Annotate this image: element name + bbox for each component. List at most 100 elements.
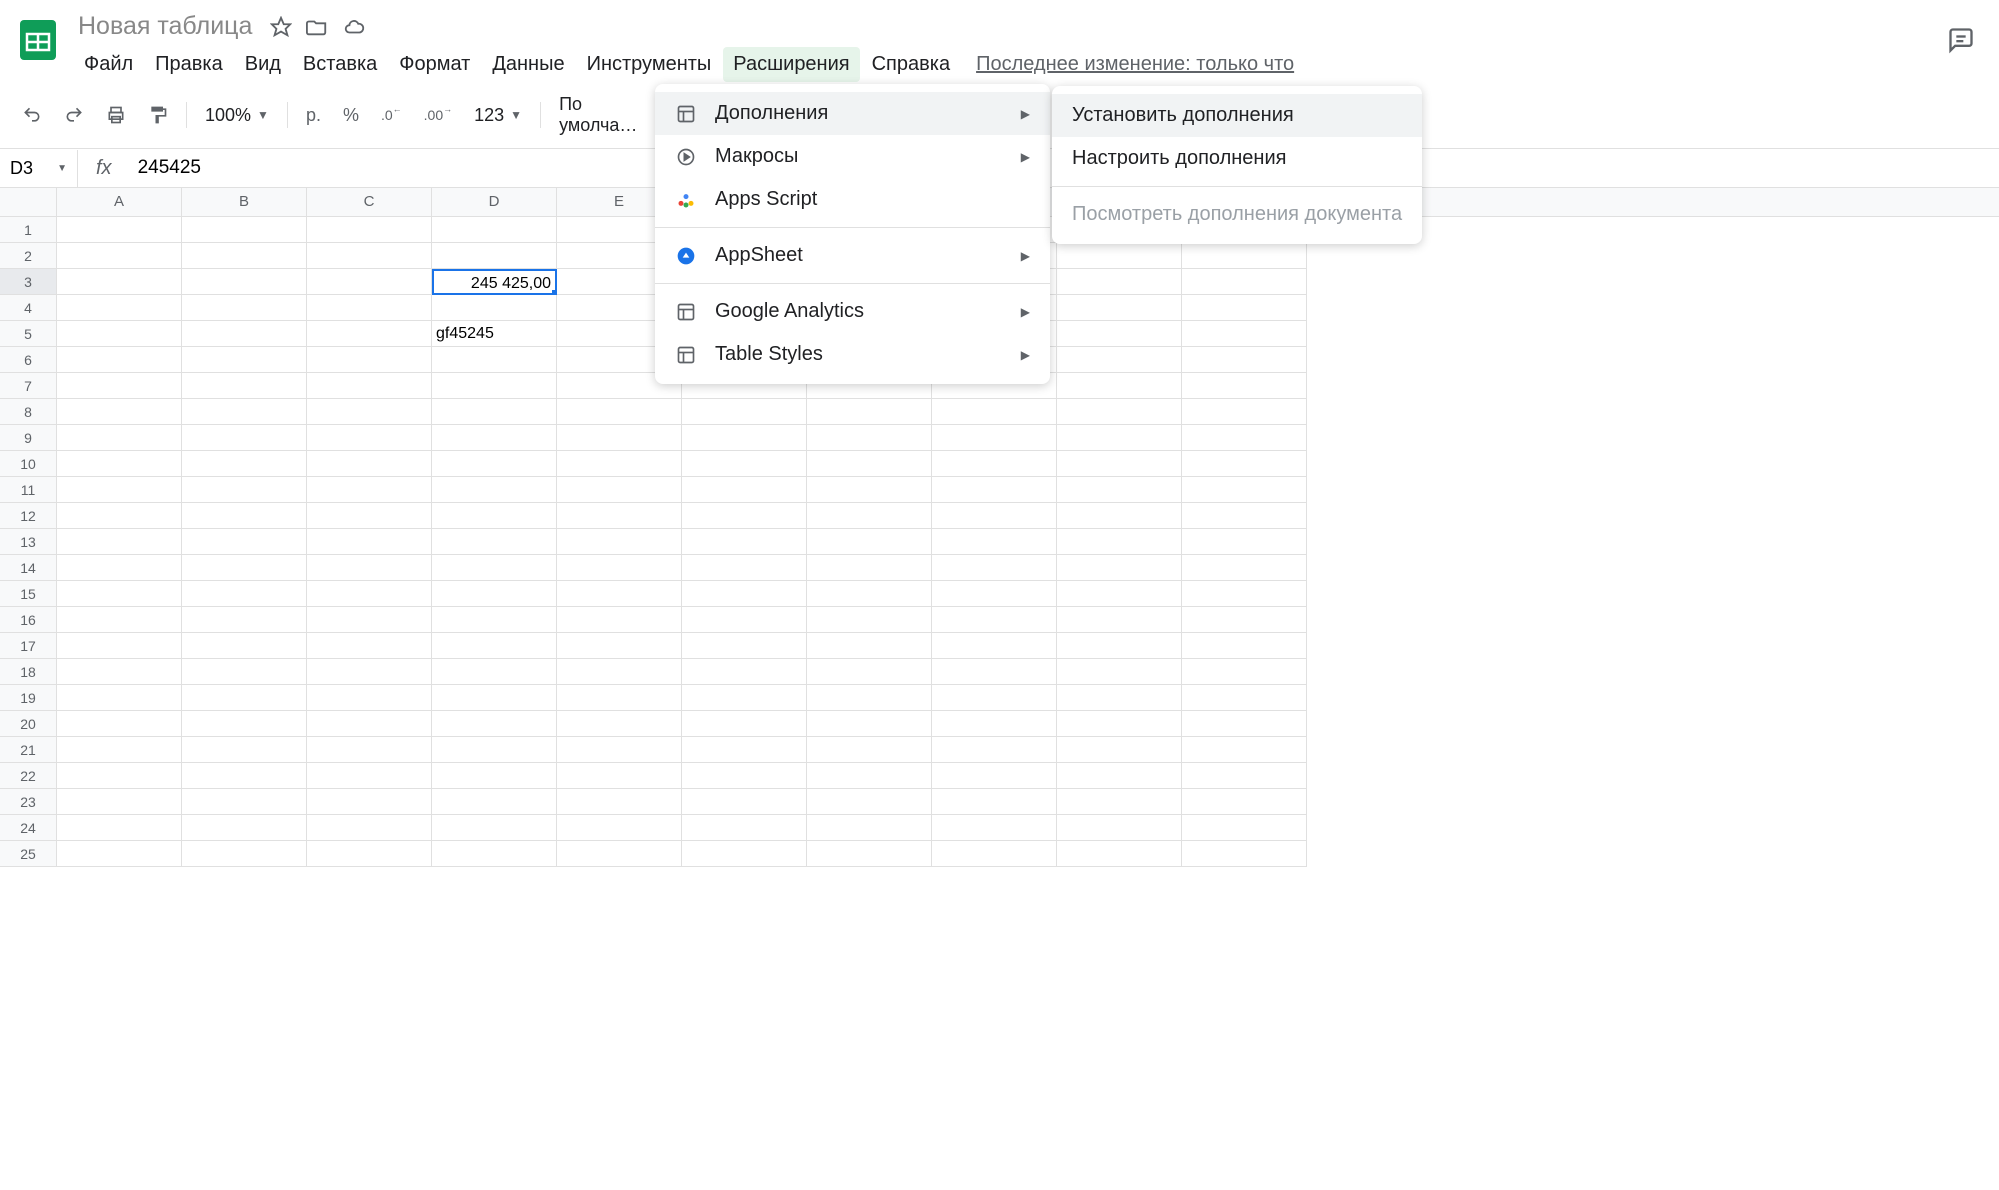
cell[interactable] — [182, 503, 307, 529]
cell[interactable] — [1057, 295, 1182, 321]
cell[interactable] — [682, 789, 807, 815]
cell[interactable] — [682, 529, 807, 555]
cell[interactable] — [182, 295, 307, 321]
cell[interactable] — [807, 763, 932, 789]
cell[interactable] — [1182, 529, 1307, 555]
cell[interactable] — [57, 425, 182, 451]
menu-appsheet[interactable]: AppSheet▶ — [655, 234, 1050, 277]
cell[interactable] — [182, 841, 307, 867]
cell[interactable] — [682, 399, 807, 425]
cell[interactable] — [1057, 737, 1182, 763]
cell[interactable] — [432, 555, 557, 581]
cell[interactable] — [1057, 451, 1182, 477]
cell[interactable] — [1182, 737, 1307, 763]
cell[interactable] — [1057, 347, 1182, 373]
cell[interactable] — [932, 399, 1057, 425]
zoom-select[interactable]: 100%▼ — [197, 101, 277, 130]
cell[interactable] — [307, 217, 432, 243]
cell[interactable] — [57, 633, 182, 659]
cell[interactable] — [557, 555, 682, 581]
cell[interactable] — [807, 607, 932, 633]
redo-icon[interactable] — [56, 99, 92, 131]
cell[interactable] — [1182, 659, 1307, 685]
cell[interactable] — [932, 451, 1057, 477]
row-header[interactable]: 15 — [0, 581, 57, 607]
cell[interactable] — [307, 789, 432, 815]
cell[interactable] — [307, 451, 432, 477]
cell[interactable] — [307, 607, 432, 633]
row-header[interactable]: 18 — [0, 659, 57, 685]
percent-button[interactable]: % — [335, 99, 367, 132]
cell[interactable] — [682, 763, 807, 789]
cell[interactable] — [557, 529, 682, 555]
row-header[interactable]: 10 — [0, 451, 57, 477]
cell[interactable] — [557, 425, 682, 451]
cell[interactable] — [182, 269, 307, 295]
row-header[interactable]: 16 — [0, 607, 57, 633]
cell[interactable] — [432, 685, 557, 711]
cell[interactable] — [57, 243, 182, 269]
cell[interactable] — [1057, 503, 1182, 529]
cell[interactable] — [932, 581, 1057, 607]
cell[interactable] — [57, 347, 182, 373]
cell[interactable] — [1057, 659, 1182, 685]
cell[interactable] — [182, 763, 307, 789]
cell[interactable] — [932, 737, 1057, 763]
cell[interactable] — [57, 841, 182, 867]
cell[interactable] — [807, 815, 932, 841]
cell[interactable] — [1182, 477, 1307, 503]
cell[interactable] — [932, 503, 1057, 529]
cell[interactable] — [307, 295, 432, 321]
cell[interactable] — [682, 841, 807, 867]
cell[interactable] — [432, 633, 557, 659]
cell[interactable] — [1182, 815, 1307, 841]
move-folder-icon[interactable] — [306, 16, 328, 38]
cell[interactable] — [682, 633, 807, 659]
cell[interactable] — [57, 789, 182, 815]
row-header[interactable]: 22 — [0, 763, 57, 789]
cell[interactable] — [807, 841, 932, 867]
cell[interactable] — [932, 815, 1057, 841]
column-header[interactable]: A — [57, 188, 182, 216]
cell[interactable] — [307, 711, 432, 737]
cell[interactable] — [932, 607, 1057, 633]
cell[interactable] — [1182, 607, 1307, 633]
cell[interactable] — [1057, 399, 1182, 425]
cell[interactable] — [182, 425, 307, 451]
cell[interactable] — [307, 659, 432, 685]
cell[interactable] — [57, 217, 182, 243]
cell[interactable] — [807, 399, 932, 425]
cell[interactable] — [682, 737, 807, 763]
menu-tools[interactable]: Инструменты — [577, 47, 722, 82]
row-header[interactable]: 12 — [0, 503, 57, 529]
cell[interactable] — [1182, 295, 1307, 321]
cell[interactable] — [307, 815, 432, 841]
cell[interactable] — [182, 633, 307, 659]
cell[interactable] — [1182, 789, 1307, 815]
cell[interactable] — [307, 347, 432, 373]
cell[interactable] — [182, 607, 307, 633]
cell[interactable] — [1057, 711, 1182, 737]
column-header[interactable]: D — [432, 188, 557, 216]
cell[interactable] — [57, 659, 182, 685]
submenu-configure-addons[interactable]: Настроить дополнения — [1052, 137, 1422, 180]
menu-apps-script[interactable]: Apps Script — [655, 178, 1050, 221]
cell[interactable] — [307, 321, 432, 347]
cell[interactable] — [182, 347, 307, 373]
cell[interactable] — [182, 815, 307, 841]
cell[interactable] — [1182, 243, 1307, 269]
cell[interactable] — [682, 425, 807, 451]
cell[interactable] — [57, 763, 182, 789]
row-header[interactable]: 17 — [0, 633, 57, 659]
cell[interactable] — [1182, 503, 1307, 529]
cell[interactable] — [1182, 373, 1307, 399]
cell[interactable] — [1057, 243, 1182, 269]
cell[interactable] — [307, 555, 432, 581]
row-header[interactable]: 5 — [0, 321, 57, 347]
cell[interactable] — [682, 555, 807, 581]
cell[interactable] — [932, 425, 1057, 451]
cell[interactable] — [557, 711, 682, 737]
column-header[interactable]: B — [182, 188, 307, 216]
name-box[interactable]: D3▼ — [0, 150, 78, 187]
cell[interactable] — [1182, 269, 1307, 295]
